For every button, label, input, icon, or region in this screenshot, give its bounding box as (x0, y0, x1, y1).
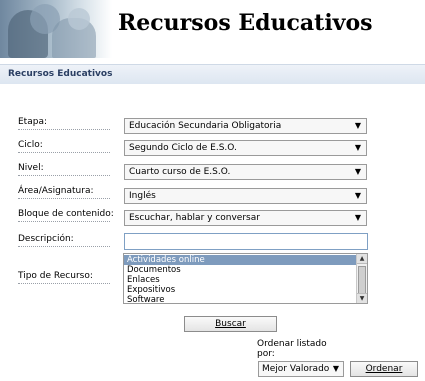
chevron-down-icon: ▼ (354, 213, 361, 222)
order-select[interactable]: Mejor Valorado ▼ (258, 361, 344, 377)
bloque-label: Bloque de contenido: (18, 209, 114, 222)
chevron-down-icon: ▼ (354, 191, 361, 200)
scroll-up-icon[interactable]: ▲ (357, 254, 367, 264)
tipo-recurso-listbox[interactable]: Actividades online Documentos Enlaces Ex… (123, 253, 368, 304)
buscar-button[interactable]: Buscar (184, 316, 277, 332)
ciclo-select[interactable]: Segundo Ciclo de E.S.O. ▼ (124, 140, 367, 156)
etapa-select[interactable]: Educación Secundaria Obligatoria ▼ (124, 118, 367, 134)
tipo-option-actividades[interactable]: Actividades online (124, 255, 357, 265)
nivel-select[interactable]: Cuarto curso de E.S.O. ▼ (124, 164, 367, 180)
header-banner: Recursos Educativos (0, 0, 425, 58)
order-select-value: Mejor Valorado (262, 364, 330, 374)
page-title: Recursos Educativos (118, 10, 373, 36)
tipo-option-expositivos[interactable]: Expositivos (124, 285, 357, 295)
banner-photo (0, 0, 112, 58)
order-label: Ordenar listado por: (257, 339, 327, 359)
ciclo-select-value: Segundo Ciclo de E.S.O. (129, 143, 237, 153)
section-header: Recursos Educativos (0, 64, 425, 84)
etapa-label: Etapa: (18, 117, 110, 130)
descripcion-input[interactable] (124, 233, 368, 250)
ordenar-button[interactable]: Ordenar (350, 361, 418, 377)
descripcion-label: Descripción: (18, 234, 110, 247)
nivel-select-value: Cuarto curso de E.S.O. (129, 167, 231, 177)
tipo-recurso-label: Tipo de Recurso: (18, 271, 110, 284)
tipo-option-documentos[interactable]: Documentos (124, 265, 357, 275)
buscar-button-label: Buscar (215, 319, 246, 329)
scroll-down-icon[interactable]: ▼ (357, 293, 367, 303)
bloque-select-value: Escuchar, hablar y conversar (129, 213, 260, 223)
nivel-label: Nivel: (18, 163, 110, 176)
chevron-down-icon: ▼ (354, 121, 361, 130)
etapa-select-value: Educación Secundaria Obligatoria (129, 121, 282, 131)
ciclo-label: Ciclo: (18, 140, 110, 153)
scrollbar-thumb[interactable] (358, 266, 366, 294)
area-label: Área/Asignatura: (18, 186, 110, 199)
tipo-option-software[interactable]: Software (124, 295, 357, 303)
chevron-down-icon: ▼ (354, 167, 361, 176)
area-select-value: Inglés (129, 191, 156, 201)
bloque-select[interactable]: Escuchar, hablar y conversar ▼ (124, 210, 367, 226)
area-select[interactable]: Inglés ▼ (124, 188, 367, 204)
chevron-down-icon: ▼ (332, 364, 339, 373)
ordenar-button-label: Ordenar (365, 364, 403, 374)
section-title: Recursos Educativos (8, 69, 113, 79)
chevron-down-icon: ▼ (354, 143, 361, 152)
tipo-option-enlaces[interactable]: Enlaces (124, 275, 357, 285)
listbox-scrollbar[interactable]: ▲ ▼ (356, 254, 367, 303)
